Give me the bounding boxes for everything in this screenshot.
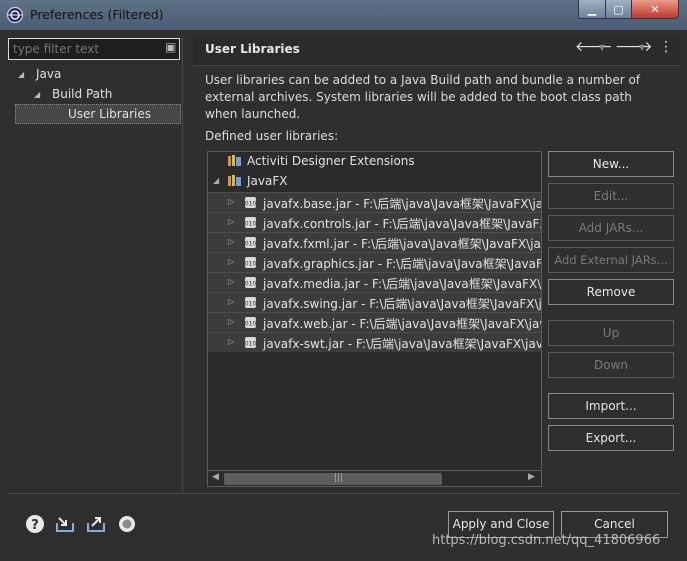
library-icon bbox=[228, 175, 241, 186]
expand-icon[interactable]: ▷ bbox=[228, 337, 234, 346]
close-icon: ✕ bbox=[650, 2, 660, 16]
table-row[interactable]: ▷ 010 javafx.graphics.jar - F:\后端\java\J… bbox=[208, 252, 542, 272]
jar-label: javafx.base.jar - F:\后端\java\Java框架\Java… bbox=[263, 197, 542, 211]
expand-icon[interactable]: ▷ bbox=[228, 317, 234, 326]
title-bar: Preferences (Filtered) ▁ ▢ ✕ bbox=[0, 0, 687, 30]
clear-filter-icon[interactable]: ▣ bbox=[165, 40, 179, 56]
maximize-icon: ▢ bbox=[613, 2, 624, 16]
horizontal-scrollbar[interactable]: ◀ ||| ▶ bbox=[207, 470, 542, 487]
maximize-button[interactable]: ▢ bbox=[605, 0, 632, 19]
tree-item-build-path[interactable]: Build Path bbox=[52, 84, 112, 104]
down-button[interactable]: Down bbox=[548, 352, 674, 378]
jar-label: javafx-swt.jar - F:\后端\java\Java框架\JavaF… bbox=[263, 337, 542, 351]
help-icon[interactable]: ? bbox=[25, 514, 45, 534]
user-libraries-list[interactable]: Activiti Designer Extensions ◢ JavaFX ▷ … bbox=[207, 151, 542, 471]
collapse-icon[interactable]: ◢ bbox=[34, 90, 40, 99]
watermark: https://blog.csdn.net/qq_41806966 bbox=[432, 533, 661, 548]
import-button[interactable]: Import... bbox=[548, 393, 674, 419]
svg-text:?: ? bbox=[31, 518, 39, 533]
import-icon[interactable] bbox=[55, 514, 75, 534]
jar-icon: 010 bbox=[245, 337, 257, 348]
svg-text:010: 010 bbox=[245, 281, 257, 288]
jar-icon: 010 bbox=[245, 297, 257, 308]
add-external-jars-button[interactable]: Add External JARs... bbox=[548, 247, 674, 273]
jar-label: javafx.controls.jar - F:\后端\java\Java框架\… bbox=[263, 217, 542, 231]
grip-icon: ||| bbox=[334, 473, 344, 483]
collapse-icon[interactable]: ◢ bbox=[18, 70, 24, 79]
table-row[interactable]: ▷ 010 javafx.controls.jar - F:\后端\java\J… bbox=[208, 212, 542, 232]
jar-label: javafx.graphics.jar - F:\后端\java\Java框架\… bbox=[263, 257, 542, 271]
tree-item-user-libraries[interactable]: User Libraries bbox=[68, 104, 151, 124]
expand-icon[interactable]: ▷ bbox=[228, 297, 234, 306]
jar-icon: 010 bbox=[245, 237, 257, 248]
eclipse-icon bbox=[6, 6, 24, 24]
expand-icon[interactable]: ▷ bbox=[228, 217, 234, 226]
export-button[interactable]: Export... bbox=[548, 425, 674, 451]
svg-text:010: 010 bbox=[245, 261, 257, 268]
library-icon bbox=[228, 155, 241, 166]
list-item[interactable]: Activiti Designer Extensions bbox=[208, 152, 541, 171]
forward-arrow-icon[interactable]: 🡒 bbox=[615, 38, 653, 55]
minimize-button[interactable]: ▁ bbox=[578, 0, 606, 19]
page-description: User libraries can be added to a Java Bu… bbox=[205, 73, 641, 121]
jar-label: javafx.fxml.jar - F:\后端\java\Java框架\Java… bbox=[263, 237, 542, 251]
jar-icon: 010 bbox=[245, 257, 257, 268]
jar-icon: 010 bbox=[245, 277, 257, 288]
remove-button[interactable]: Remove bbox=[548, 279, 674, 305]
edit-button[interactable]: Edit... bbox=[548, 183, 674, 209]
new-button[interactable]: New... bbox=[548, 151, 674, 177]
collapse-icon[interactable]: ◢ bbox=[213, 176, 219, 185]
table-row[interactable]: ▷ 010 javafx-swt.jar - F:\后端\java\Java框架… bbox=[208, 332, 542, 352]
view-menu-icon[interactable]: ⋮ bbox=[659, 39, 673, 55]
expand-icon[interactable]: ▷ bbox=[228, 237, 234, 246]
table-row[interactable]: ▷ 010 javafx.web.jar - F:\后端\java\Java框架… bbox=[208, 312, 542, 332]
window-title: Preferences (Filtered) bbox=[30, 7, 164, 22]
close-button[interactable]: ✕ bbox=[631, 0, 679, 19]
svg-text:010: 010 bbox=[245, 241, 257, 248]
tree-item-java[interactable]: Java bbox=[36, 64, 61, 84]
svg-text:010: 010 bbox=[245, 321, 257, 328]
minimize-icon: ▁ bbox=[587, 2, 597, 16]
scrollbar-thumb[interactable]: ||| bbox=[224, 473, 442, 485]
jar-icon: 010 bbox=[245, 217, 257, 228]
back-menu-chevron-icon[interactable]: ▼ bbox=[599, 43, 605, 52]
table-row[interactable]: ▷ 010 javafx.media.jar - F:\后端\java\Java… bbox=[208, 272, 542, 292]
library-label: Activiti Designer Extensions bbox=[247, 154, 415, 168]
jar-icon: 010 bbox=[245, 197, 257, 208]
export-icon[interactable] bbox=[86, 514, 106, 534]
svg-text:010: 010 bbox=[245, 301, 257, 308]
svg-text:010: 010 bbox=[245, 221, 257, 228]
record-icon[interactable] bbox=[117, 514, 137, 534]
jar-label: javafx.swing.jar - F:\后端\java\Java框架\Jav… bbox=[263, 297, 542, 311]
defined-libraries-label: Defined user libraries: bbox=[205, 129, 339, 143]
divider bbox=[8, 493, 680, 494]
up-button[interactable]: Up bbox=[548, 320, 674, 346]
page-title: User Libraries bbox=[205, 42, 300, 56]
add-jars-button[interactable]: Add JARs... bbox=[548, 215, 674, 241]
list-item[interactable]: ◢ JavaFX bbox=[208, 172, 541, 191]
svg-text:010: 010 bbox=[245, 201, 257, 208]
expand-icon[interactable]: ▷ bbox=[228, 257, 234, 266]
forward-menu-chevron-icon[interactable]: ▼ bbox=[639, 43, 645, 52]
expand-icon[interactable]: ▷ bbox=[228, 277, 234, 286]
scroll-left-icon[interactable]: ◀ bbox=[212, 472, 219, 482]
jar-label: javafx.web.jar - F:\后端\java\Java框架\JavaF… bbox=[263, 317, 542, 331]
jar-icon: 010 bbox=[245, 317, 257, 328]
table-row[interactable]: ▷ 010 javafx.fxml.jar - F:\后端\java\Java框… bbox=[208, 232, 542, 252]
table-row[interactable]: ▷ 010 javafx.swing.jar - F:\后端\java\Java… bbox=[208, 292, 542, 312]
scroll-right-icon[interactable]: ▶ bbox=[528, 472, 535, 482]
library-label: JavaFX bbox=[247, 174, 288, 188]
svg-text:010: 010 bbox=[245, 341, 257, 348]
back-arrow-icon[interactable]: 🡐 bbox=[575, 38, 613, 55]
jar-label: javafx.media.jar - F:\后端\java\Java框架\Jav… bbox=[263, 277, 542, 291]
expand-icon[interactable]: ▷ bbox=[228, 197, 234, 206]
filter-input[interactable] bbox=[8, 38, 180, 60]
table-row[interactable]: ▷ 010 javafx.base.jar - F:\后端\java\Java框… bbox=[208, 192, 542, 212]
